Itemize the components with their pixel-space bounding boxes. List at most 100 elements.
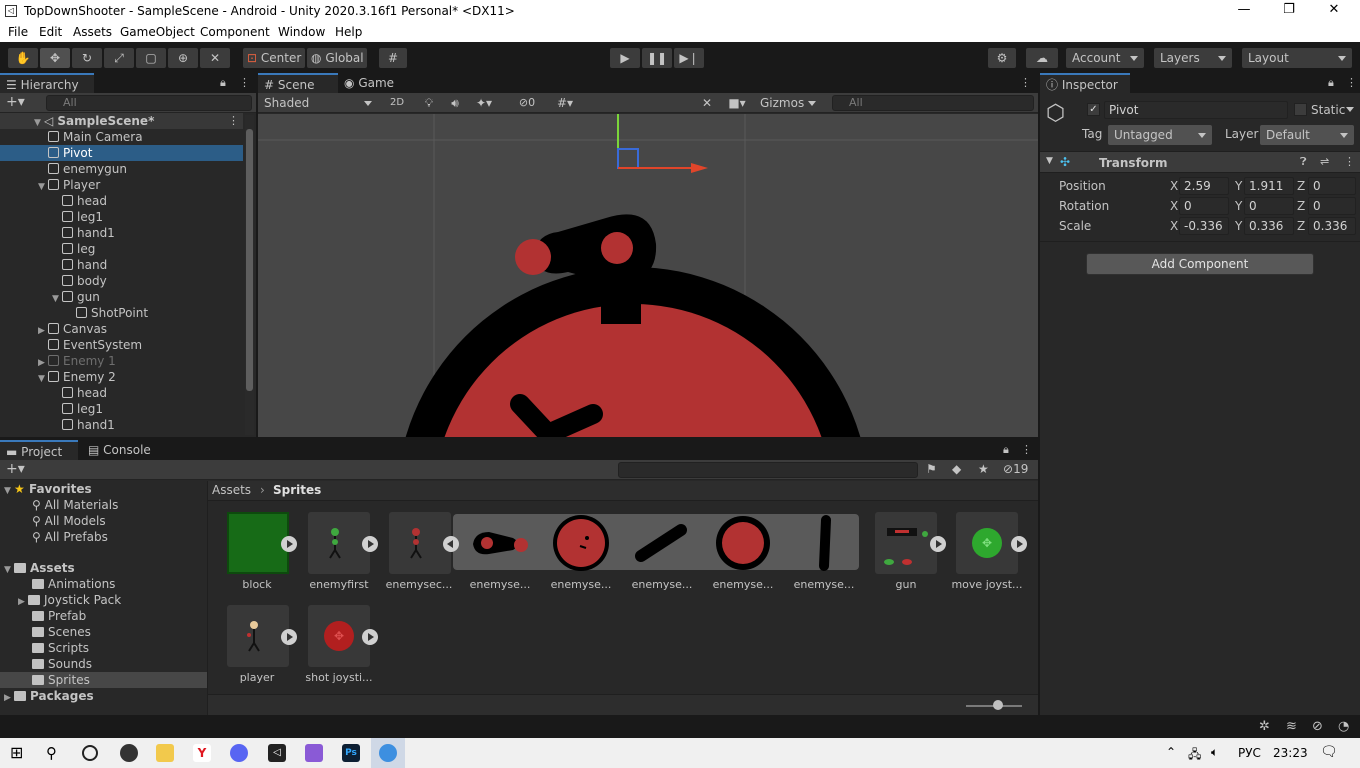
hierarchy-search-input[interactable]: All bbox=[46, 95, 252, 111]
folder-row[interactable]: ▶ Joystick Pack bbox=[0, 592, 207, 608]
static-dropdown-icon[interactable] bbox=[1346, 107, 1354, 112]
layout-dropdown[interactable]: Layout bbox=[1242, 48, 1352, 68]
lighting-icon[interactable]: 💡︎ bbox=[418, 94, 440, 112]
rotation-y-field[interactable]: 0 bbox=[1244, 197, 1294, 215]
favorite-star-icon[interactable]: ★ bbox=[978, 462, 989, 476]
mode-2d-toggle[interactable]: 2D bbox=[386, 94, 408, 112]
static-label[interactable]: Static bbox=[1311, 103, 1345, 117]
hierarchy-row[interactable]: ▼ gun bbox=[0, 289, 243, 305]
debug-icon[interactable]: ✲ bbox=[1259, 719, 1270, 734]
menu-component[interactable]: Component bbox=[200, 25, 270, 39]
fav-item[interactable]: ⚲ All Models bbox=[0, 513, 207, 529]
menu-edit[interactable]: Edit bbox=[39, 25, 62, 39]
menu-assets[interactable]: Assets bbox=[73, 25, 112, 39]
visual-studio-icon[interactable] bbox=[305, 744, 323, 762]
expand-play-icon[interactable] bbox=[281, 629, 297, 645]
space-mode-button[interactable]: ◍ Global bbox=[307, 48, 367, 68]
transform-tool-icon[interactable]: ⊕ bbox=[168, 48, 198, 68]
fav-item[interactable]: ⚲ All Prefabs bbox=[0, 529, 207, 545]
hierarchy-row[interactable]: Main Camera bbox=[0, 129, 243, 145]
unity-editor-icon[interactable]: ◁ bbox=[268, 744, 286, 762]
hierarchy-row[interactable]: enemygun bbox=[0, 161, 243, 177]
filter-type-icon[interactable]: ⚑ bbox=[926, 462, 937, 476]
filter-label-icon[interactable]: ◆ bbox=[952, 462, 961, 476]
collab-icon[interactable]: ⚙ bbox=[988, 48, 1016, 68]
yandex-browser-icon[interactable]: Y bbox=[193, 744, 211, 762]
hierarchy-row[interactable]: hand1 bbox=[0, 225, 243, 241]
rotation-z-field[interactable]: 0 bbox=[1308, 197, 1356, 215]
snap-grid-icon[interactable]: # bbox=[379, 48, 407, 68]
menu-gameobject[interactable]: GameObject bbox=[120, 25, 195, 39]
active-checkbox[interactable]: ✓ bbox=[1087, 103, 1100, 116]
hierarchy-row[interactable]: ShotPoint bbox=[0, 305, 243, 321]
expand-play-icon[interactable] bbox=[362, 629, 378, 645]
hierarchy-row[interactable]: ▶ Canvas bbox=[0, 321, 243, 337]
hierarchy-row[interactable]: leg bbox=[0, 241, 243, 257]
network-icon[interactable]: 🖧︎ bbox=[1188, 745, 1201, 766]
tab-inspector[interactable]: ⓘ Inspector bbox=[1040, 73, 1130, 93]
hand-tool-icon[interactable]: ✋ bbox=[8, 48, 38, 68]
cache-icon[interactable]: ⊘ bbox=[1312, 719, 1323, 734]
asset-tile[interactable] bbox=[227, 512, 289, 574]
tab-hierarchy[interactable]: ☰ Hierarchy bbox=[0, 73, 94, 93]
position-y-field[interactable]: 1.911 bbox=[1244, 177, 1294, 195]
hierarchy-row[interactable]: EventSystem bbox=[0, 337, 243, 353]
gizmos-dropdown[interactable]: Gizmos bbox=[754, 93, 822, 113]
asset-tile[interactable] bbox=[227, 605, 289, 667]
rotate-tool-icon[interactable]: ↻ bbox=[72, 48, 102, 68]
scene-kebab-icon[interactable]: ⋮ bbox=[1020, 76, 1031, 89]
scale-x-field[interactable]: -0.336 bbox=[1179, 217, 1229, 235]
inspector-lock-icon[interactable]: 🔒︎ bbox=[1328, 76, 1334, 90]
tab-scene[interactable]: # Scene bbox=[258, 73, 338, 93]
progress-icon[interactable]: ≋ bbox=[1286, 719, 1297, 734]
rotation-x-field[interactable]: 0 bbox=[1179, 197, 1229, 215]
auto-generate-icon[interactable]: ◔ bbox=[1338, 719, 1349, 734]
folder-row[interactable]: Scripts bbox=[0, 640, 207, 656]
scale-y-field[interactable]: 0.336 bbox=[1244, 217, 1294, 235]
menu-help[interactable]: Help bbox=[335, 25, 362, 39]
favorites-row[interactable]: ▼ ★ Favorites bbox=[0, 481, 207, 497]
hierarchy-row[interactable]: ▶ Enemy 1 bbox=[0, 353, 243, 369]
notifications-icon[interactable]: 🗨︎ bbox=[1320, 744, 1338, 760]
menu-file[interactable]: File bbox=[8, 25, 28, 39]
scene-search-input[interactable]: All bbox=[832, 95, 1034, 111]
hidden-packages-toggle[interactable]: ⊘19 bbox=[1003, 462, 1028, 476]
folder-row[interactable]: Sounds bbox=[0, 656, 207, 672]
breadcrumb-root[interactable]: Assets bbox=[212, 483, 251, 497]
hierarchy-row[interactable]: hand bbox=[0, 257, 243, 273]
position-x-field[interactable]: 2.59 bbox=[1179, 177, 1229, 195]
task-view-icon[interactable] bbox=[82, 745, 98, 761]
fav-item[interactable]: ⚲ All Materials bbox=[0, 497, 207, 513]
hierarchy-scrollbar-thumb[interactable] bbox=[246, 129, 253, 391]
language-indicator[interactable]: РУС bbox=[1238, 746, 1261, 760]
tab-game[interactable]: ◉ Game bbox=[338, 73, 408, 93]
maximize-button[interactable]: ❐ bbox=[1269, 2, 1309, 20]
hierarchy-scrollbar[interactable] bbox=[245, 115, 254, 435]
hierarchy-row[interactable]: leg1 bbox=[0, 401, 243, 417]
pause-button[interactable]: ❚❚ bbox=[642, 48, 672, 68]
create-plus-icon[interactable]: +▾ bbox=[6, 461, 25, 477]
hierarchy-row[interactable]: leg1 bbox=[0, 209, 243, 225]
tab-project[interactable]: ▬ Project bbox=[0, 440, 78, 460]
layers-dropdown[interactable]: Layers bbox=[1154, 48, 1232, 68]
layer-dropdown[interactable]: Default bbox=[1260, 125, 1354, 145]
hierarchy-row[interactable]: body bbox=[0, 273, 243, 289]
add-component-button[interactable]: Add Component bbox=[1086, 253, 1314, 275]
step-button[interactable]: ▶❘ bbox=[674, 48, 704, 68]
minimize-button[interactable]: — bbox=[1224, 2, 1264, 20]
unity-hub-icon[interactable] bbox=[120, 744, 138, 762]
object-name-field[interactable]: Pivot bbox=[1104, 101, 1288, 119]
camera-icon[interactable]: ■▾ bbox=[722, 94, 752, 112]
audio-icon[interactable]: 🔊︎ bbox=[444, 94, 466, 112]
scene-viewport[interactable] bbox=[258, 114, 1038, 437]
hierarchy-row[interactable]: hand1 bbox=[0, 417, 243, 433]
file-explorer-icon[interactable] bbox=[156, 744, 174, 762]
effects-icon[interactable]: ✦▾ bbox=[470, 94, 498, 112]
scene-root-row[interactable]: ▼ ◁ SampleScene* bbox=[0, 113, 243, 129]
add-plus-icon[interactable]: +▾ bbox=[6, 94, 25, 110]
pivot-mode-button[interactable]: ⊡ Center bbox=[243, 48, 305, 68]
tools-icon[interactable]: ✕ bbox=[696, 94, 718, 112]
scene-menu-icon[interactable]: ⋮ bbox=[228, 114, 239, 127]
breadcrumb-leaf[interactable]: Sprites bbox=[273, 483, 321, 497]
hierarchy-row[interactable]: head bbox=[0, 385, 243, 401]
